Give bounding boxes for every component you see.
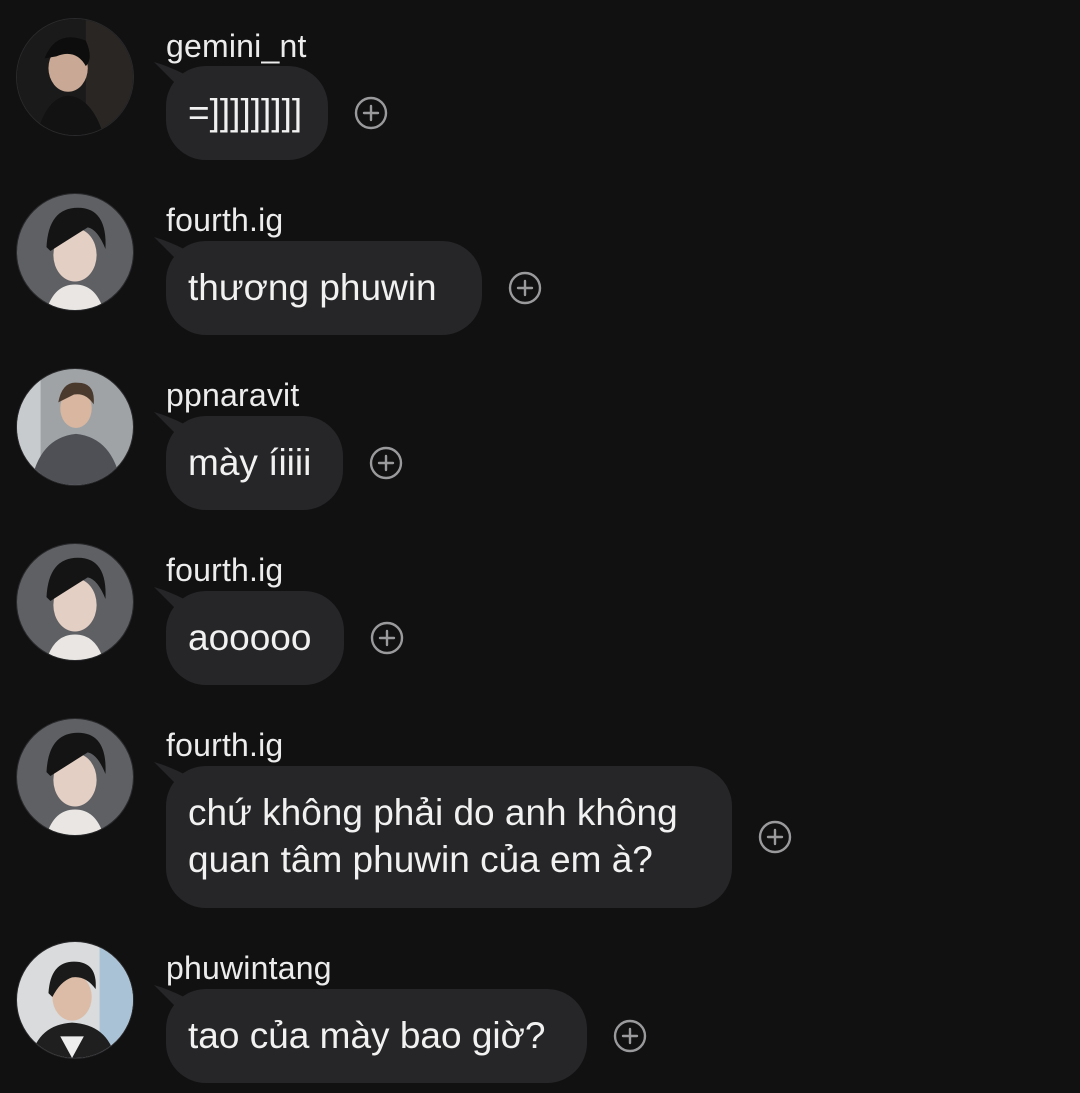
username[interactable]: ppnaravit [166,377,299,413]
message-bubble[interactable]: =]]]]]]]]] [166,66,328,160]
avatar-ppnaravit[interactable] [16,368,134,486]
message-bubble[interactable]: chứ không phải do anh không quan tâm phu… [166,766,732,908]
message-bubble[interactable]: mày íiiii [166,416,343,510]
message-text: =]]]]]]]]] [188,92,303,133]
avatar-image [17,544,133,660]
message-bubble[interactable]: tao của mày bao giờ? [166,989,587,1083]
chat-thread: gemini_nt =]]]]]]]]] fourth.ig thương ph… [0,0,1080,1093]
username[interactable]: fourth.ig [166,727,283,763]
avatar-fourth-ig[interactable] [16,718,134,836]
plus-circle-icon [369,446,403,480]
avatar-fourth-ig[interactable] [16,543,134,661]
add-reaction-button[interactable] [613,1019,647,1053]
add-reaction-button[interactable] [354,96,388,130]
username[interactable]: gemini_nt [166,28,307,64]
message-text: thương phuwin [188,267,437,308]
avatar-image [17,942,133,1058]
username[interactable]: fourth.ig [166,202,283,238]
message-text: tao của mày bao giờ? [188,1015,546,1056]
avatar-gemini-nt[interactable] [16,18,134,136]
message-text: mày íiiii [188,442,312,483]
add-reaction-button[interactable] [508,271,542,305]
plus-circle-icon [758,820,792,854]
username[interactable]: phuwintang [166,950,332,986]
avatar-phuwintang[interactable] [16,941,134,1059]
avatar-image [17,19,133,135]
add-reaction-button[interactable] [370,621,404,655]
add-reaction-button[interactable] [369,446,403,480]
username[interactable]: fourth.ig [166,552,283,588]
avatar-image [17,369,133,485]
message-text: aooooo [188,617,312,658]
message-bubble[interactable]: thương phuwin [166,241,482,335]
plus-circle-icon [354,96,388,130]
plus-circle-icon [613,1019,647,1053]
add-reaction-button[interactable] [758,820,792,854]
avatar-fourth-ig[interactable] [16,193,134,311]
message-bubble[interactable]: aooooo [166,591,344,685]
message-text-line-2: quan tâm phuwin của em à? [188,839,653,880]
message-text-line-1: chứ không phải do anh không [188,792,678,833]
plus-circle-icon [370,621,404,655]
avatar-image [17,194,133,310]
avatar-image [17,719,133,835]
plus-circle-icon [508,271,542,305]
